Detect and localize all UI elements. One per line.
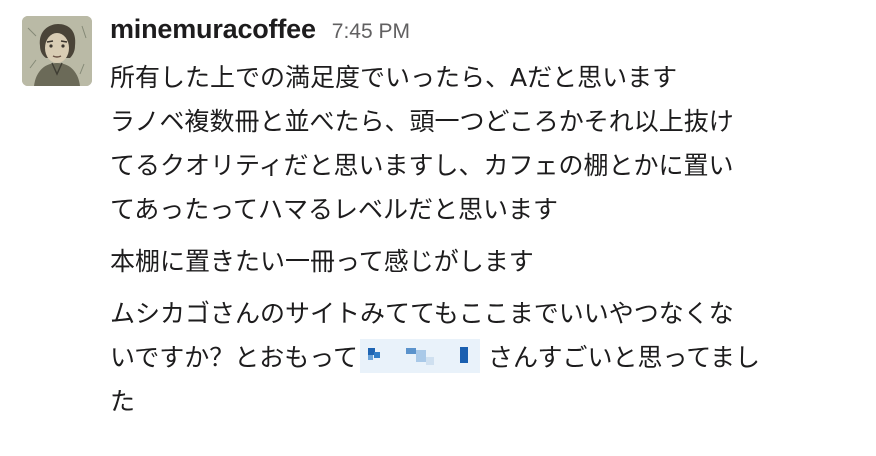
timestamp[interactable]: 7:45 PM [332,20,410,44]
message-text-after-redaction: さんすごいと思ってまし [488,343,761,372]
chat-message: minemuracoffee 7:45 PM 所有した上での満足度でいったら、A… [0,0,876,456]
message-line: てあったってハマるレベルだと思います [110,195,559,224]
avatar[interactable] [22,16,92,86]
message-paragraph: 本棚に置きたい一冊って感じがします [110,240,862,284]
message-line: 本棚に置きたい一冊って感じがします [110,247,534,276]
message-line: ムシカゴさんのサイトみててもここまでいいやつなくな [110,299,734,328]
message-line: 所有した上での満足度でいったら、Aだと思います [110,63,678,92]
message-line: いですか？とおもって さんすごいと思ってまし [110,336,862,380]
message-line: ラノベ複数冊と並べたら、頭一つどころかそれ以上抜け [110,107,734,136]
username-link[interactable]: minemuracoffee [110,14,316,45]
message-paragraph: 所有した上での満足度でいったら、Aだと思います ラノベ複数冊と並べたら、頭一つど… [110,56,862,232]
user-avatar-icon [22,16,92,86]
redacted-mention [360,339,481,373]
message-body: 所有した上での満足度でいったら、Aだと思います ラノベ複数冊と並べたら、頭一つど… [110,56,862,432]
message-line: た [110,387,136,416]
message-line: てるクオリティだと思いますし、カフェの棚とかに置い [110,151,734,180]
message-header: minemuracoffee 7:45 PM [110,14,410,54]
message-paragraph: ムシカゴさんのサイトみててもここまでいいやつなくな いですか？とおもって さんす… [110,292,862,424]
message-text-before-redaction: いですか？とおもって [110,343,359,372]
